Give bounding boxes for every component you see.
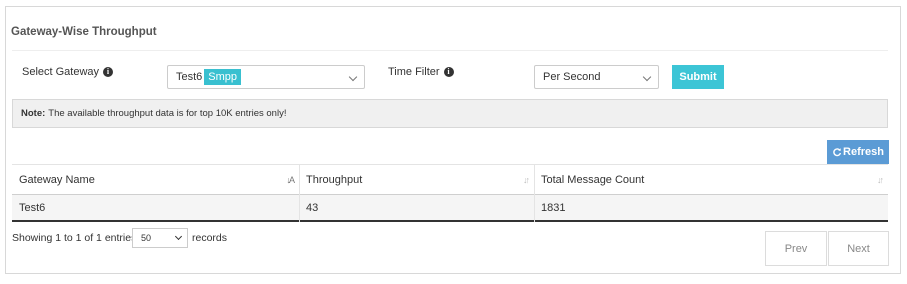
chevron-down-icon xyxy=(348,72,358,82)
refresh-icon xyxy=(833,148,842,157)
gateway-label: Select Gateway i xyxy=(22,66,114,78)
gateway-label-text: Select Gateway xyxy=(22,66,100,78)
time-filter-select[interactable]: Per Second xyxy=(534,65,659,89)
column-divider xyxy=(299,164,300,222)
sort-icon: ↓↑ xyxy=(877,175,884,185)
page-size-value: 50 xyxy=(141,233,152,243)
column-header-gateway-name[interactable]: Gateway Name ↓A xyxy=(12,165,299,195)
column-header-total-message-count[interactable]: Total Message Count ↓↑ xyxy=(534,165,888,195)
info-icon: i xyxy=(103,67,114,77)
note-text: The available throughput data is for top… xyxy=(48,108,287,119)
next-button[interactable]: Next xyxy=(828,231,889,266)
cell-throughput: 43 xyxy=(306,201,319,214)
gateway-type-tag: Smpp xyxy=(204,69,242,85)
time-filter-value: Per Second xyxy=(543,71,601,83)
time-filter-label: Time Filter i xyxy=(388,66,454,78)
entries-info: Showing 1 to 1 of 1 entries xyxy=(12,232,137,244)
time-filter-label-text: Time Filter xyxy=(388,66,440,78)
column-header-label: Gateway Name xyxy=(19,174,95,186)
note-prefix: Note: xyxy=(21,108,46,119)
sort-asc-icon: ↓A xyxy=(286,175,294,185)
table-header: Gateway Name ↓A Throughput ↓↑ Total Mess… xyxy=(12,164,888,195)
throughput-table: Gateway Name ↓A Throughput ↓↑ Total Mess… xyxy=(12,164,888,222)
submit-button[interactable]: Submit xyxy=(672,65,724,89)
cell-total-message-count: 1831 xyxy=(541,201,566,214)
info-icon: i xyxy=(443,67,454,77)
chevron-down-icon xyxy=(642,72,652,82)
note-banner: Note: The available throughput data is f… xyxy=(12,99,888,128)
cell-gateway-name: Test6 xyxy=(19,201,46,214)
title-divider xyxy=(12,50,888,51)
page-size-select[interactable]: 50 xyxy=(132,228,188,248)
gateway-select-value: Test6 xyxy=(176,71,203,83)
panel-title: Gateway-Wise Throughput xyxy=(11,26,157,38)
column-header-label: Throughput xyxy=(306,174,363,186)
column-header-throughput[interactable]: Throughput ↓↑ xyxy=(299,165,534,195)
table-row: Test6 43 1831 xyxy=(12,195,888,222)
chevron-down-icon xyxy=(174,232,183,241)
sort-icon: ↓↑ xyxy=(523,175,530,185)
records-label: records xyxy=(192,232,228,244)
column-divider xyxy=(534,164,535,222)
prev-button[interactable]: Prev xyxy=(765,231,827,266)
gateway-select[interactable]: Test6 Smpp xyxy=(167,65,365,89)
column-header-label: Total Message Count xyxy=(541,174,645,186)
refresh-label: Refresh xyxy=(843,146,884,158)
refresh-button[interactable]: Refresh xyxy=(827,140,889,164)
